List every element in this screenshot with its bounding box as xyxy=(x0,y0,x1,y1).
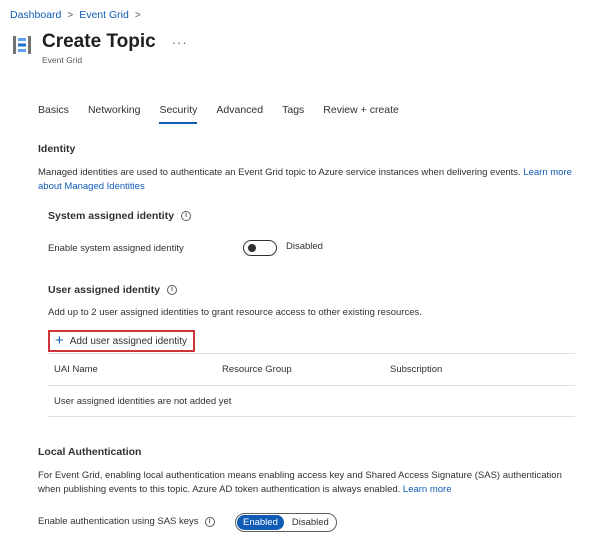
wizard-tabs: Basics Networking Security Advanced Tags… xyxy=(38,104,418,124)
sas-disabled-option[interactable]: Disabled xyxy=(286,515,335,530)
identity-heading: Identity xyxy=(38,143,76,155)
user-identity-heading: User assigned identity i xyxy=(48,284,178,296)
tab-tags[interactable]: Tags xyxy=(282,104,304,124)
plus-icon: + xyxy=(55,332,64,349)
user-identity-heading-text: User assigned identity xyxy=(48,284,161,296)
more-options-button[interactable]: ··· xyxy=(172,35,188,50)
add-user-identity-button[interactable]: + Add user assigned identity xyxy=(48,330,195,352)
sas-enabled-option[interactable]: Enabled xyxy=(237,515,284,530)
table-header-row: UAI Name Resource Group Subscription xyxy=(48,353,575,385)
page-title: Create Topic xyxy=(42,31,156,52)
sas-keys-label-text: Enable authentication using SAS keys xyxy=(38,516,199,527)
column-header-resource-group[interactable]: Resource Group xyxy=(216,364,384,375)
info-icon[interactable]: i xyxy=(204,516,215,527)
column-header-subscription[interactable]: Subscription xyxy=(384,364,544,375)
toggle-knob xyxy=(248,244,256,252)
system-identity-heading-text: System assigned identity xyxy=(48,210,175,222)
page-header: Create Topic ··· xyxy=(10,30,188,57)
user-identity-table: UAI Name Resource Group Subscription Use… xyxy=(48,353,575,417)
add-user-identity-label: Add user assigned identity xyxy=(69,335,188,347)
table-row: User assigned identities are not added y… xyxy=(48,385,575,417)
local-auth-description-text: For Event Grid, enabling local authentic… xyxy=(38,470,562,495)
breadcrumb-separator: > xyxy=(134,9,141,21)
page-subtitle: Event Grid xyxy=(42,55,83,65)
identity-description: Managed identities are used to authentic… xyxy=(38,166,586,194)
sas-keys-toggle: Enabled Disabled xyxy=(235,513,337,532)
system-identity-heading: System assigned identity i xyxy=(48,210,192,222)
empty-table-message: User assigned identities are not added y… xyxy=(54,395,232,407)
system-identity-toggle[interactable] xyxy=(243,240,277,256)
tab-advanced[interactable]: Advanced xyxy=(216,104,263,124)
breadcrumb-event-grid[interactable]: Event Grid xyxy=(79,9,129,21)
info-icon[interactable]: i xyxy=(181,211,192,221)
breadcrumb-dashboard[interactable]: Dashboard xyxy=(10,9,61,21)
tab-security[interactable]: Security xyxy=(159,104,197,124)
local-auth-description: For Event Grid, enabling local authentic… xyxy=(38,469,568,497)
tab-review-create[interactable]: Review + create xyxy=(323,104,399,124)
user-identity-description: Add up to 2 user assigned identities to … xyxy=(48,307,422,318)
event-grid-topic-icon xyxy=(10,33,34,57)
breadcrumb-separator: > xyxy=(67,9,74,21)
local-auth-learn-more-link[interactable]: Learn more xyxy=(403,484,452,495)
tab-networking[interactable]: Networking xyxy=(88,104,141,124)
identity-description-text: Managed identities are used to authentic… xyxy=(38,167,521,178)
tab-basics[interactable]: Basics xyxy=(38,104,69,124)
sas-keys-field-label: Enable authentication using SAS keys i xyxy=(38,516,215,527)
local-auth-heading: Local Authentication xyxy=(38,446,142,458)
breadcrumb: Dashboard > Event Grid > xyxy=(10,9,141,21)
system-identity-field-label: Enable system assigned identity xyxy=(48,243,184,254)
info-icon[interactable]: i xyxy=(167,285,178,295)
system-identity-toggle-state: Disabled xyxy=(286,241,323,252)
column-header-uai-name[interactable]: UAI Name xyxy=(48,364,216,375)
